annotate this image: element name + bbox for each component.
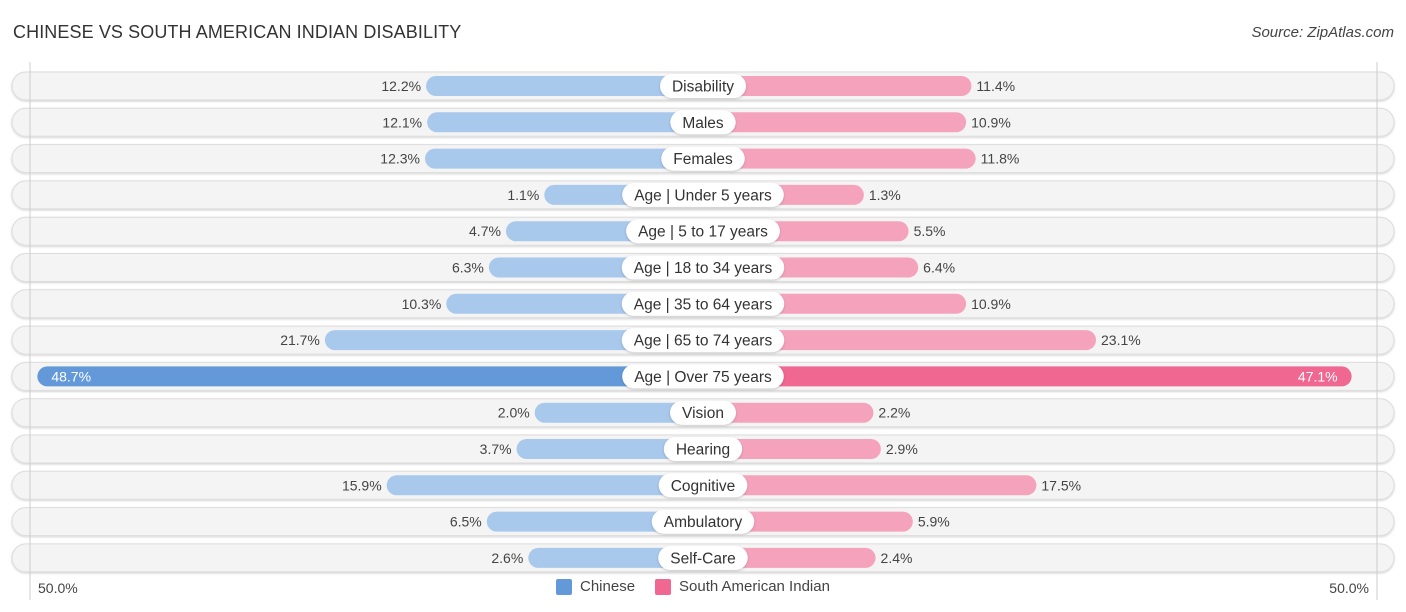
value-label-chinese: 48.7%	[51, 368, 91, 384]
legend-swatch-south-american-indian	[655, 578, 671, 595]
value-label-south-american-indian: 5.5%	[914, 223, 946, 239]
value-label-chinese: 3.7%	[480, 441, 512, 457]
value-label-south-american-indian: 2.4%	[881, 550, 913, 566]
value-label-chinese: 6.5%	[450, 514, 482, 530]
value-label-south-american-indian: 11.4%	[976, 78, 1015, 94]
bar-chinese[interactable]	[37, 366, 704, 387]
value-label-south-american-indian: 5.9%	[918, 514, 950, 530]
bar-south-american-indian[interactable]	[703, 366, 1352, 387]
value-label-chinese: 2.0%	[498, 405, 530, 421]
value-label-south-american-indian: 17.5%	[1041, 477, 1081, 493]
value-label-chinese: 12.2%	[381, 78, 421, 94]
value-label-chinese: 12.1%	[382, 114, 422, 130]
value-label-chinese: 4.7%	[469, 223, 501, 239]
legend: Chinese South American Indian	[0, 578, 1406, 598]
category-label: Age | 18 to 34 years	[634, 260, 773, 277]
legend-label-south-american-indian: South American Indian	[679, 578, 830, 595]
chart-svg: 12.2% 11.4% Disability 12.1% 10.9% Males 12.3%…	[11, 62, 1395, 600]
value-label-chinese: 6.3%	[452, 260, 484, 276]
value-label-south-american-indian: 2.9%	[886, 441, 918, 457]
bar-chinese[interactable]	[386, 475, 703, 496]
category-label: Vision	[682, 405, 724, 422]
bar-south-american-indian[interactable]	[703, 475, 1037, 496]
value-label-south-american-indian: 10.9%	[971, 114, 1011, 130]
category-label: Age | 35 to 64 years	[634, 296, 773, 313]
value-label-chinese: 2.6%	[491, 550, 523, 566]
category-label: Cognitive	[671, 478, 736, 495]
value-label-south-american-indian: 11.8%	[981, 151, 1020, 167]
value-label-south-american-indian: 23.1%	[1101, 332, 1141, 348]
category-label: Males	[682, 115, 724, 132]
value-label-chinese: 12.3%	[380, 151, 420, 167]
category-label: Age | Over 75 years	[634, 369, 772, 386]
value-label-chinese: 21.7%	[280, 332, 320, 348]
category-label: Age | 5 to 17 years	[638, 224, 768, 241]
category-label: Age | 65 to 74 years	[634, 333, 773, 350]
category-label: Disability	[672, 79, 734, 96]
value-label-south-american-indian: 47.1%	[1298, 368, 1338, 384]
value-label-south-american-indian: 6.4%	[923, 260, 955, 276]
category-label: Self-Care	[670, 550, 735, 567]
category-label: Age | Under 5 years	[634, 187, 772, 204]
legend-swatch-chinese	[556, 578, 572, 595]
bar-south-american-indian[interactable]	[703, 112, 967, 133]
value-label-chinese: 10.3%	[402, 296, 442, 312]
value-label-south-american-indian: 2.2%	[878, 405, 910, 421]
value-label-south-american-indian: 10.9%	[971, 296, 1011, 312]
category-label: Hearing	[676, 442, 730, 459]
value-label-south-american-indian: 1.3%	[869, 187, 901, 203]
legend-item-chinese[interactable]: Chinese	[556, 578, 635, 595]
legend-label-chinese: Chinese	[580, 578, 636, 595]
value-label-chinese: 15.9%	[342, 477, 382, 493]
category-label: Ambulatory	[664, 514, 743, 531]
category-label: Females	[673, 151, 733, 168]
bar-chinese[interactable]	[427, 112, 703, 133]
legend-item-south-american-indian[interactable]: South American Indian	[655, 578, 830, 595]
value-label-chinese: 1.1%	[507, 187, 539, 203]
